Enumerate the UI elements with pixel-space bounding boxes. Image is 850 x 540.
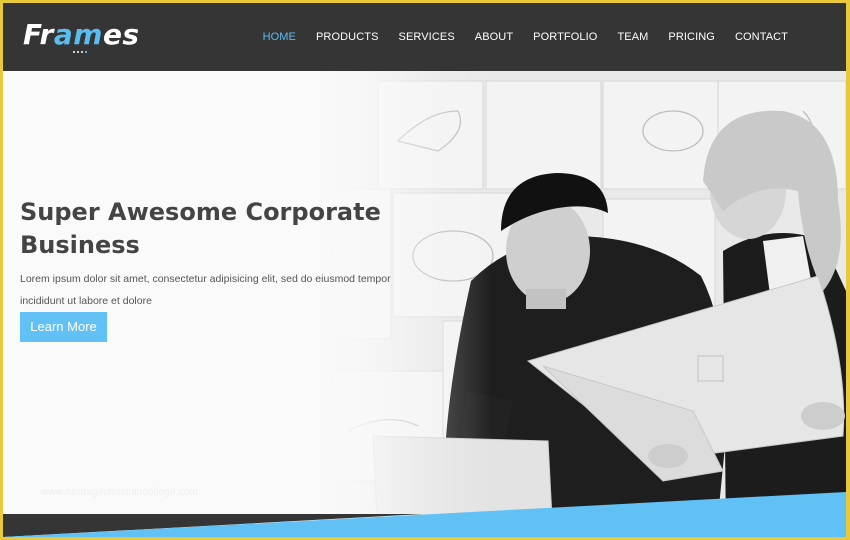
nav-portfolio[interactable]: PORTFOLIO	[523, 29, 607, 45]
site-header: Frames HOME PRODUCTS SERVICES ABOUT PORT…	[3, 3, 846, 71]
nav-pricing[interactable]: PRICING	[658, 29, 725, 45]
nav-products[interactable]: PRODUCTS	[306, 29, 389, 45]
learn-more-button[interactable]: Learn More	[20, 312, 107, 342]
nav-contact[interactable]: CONTACT	[725, 29, 798, 45]
nav-about[interactable]: ABOUT	[465, 29, 523, 45]
logo[interactable]: Frames	[23, 17, 140, 53]
logo-text-accent: am	[53, 18, 103, 51]
logo-text-end: es	[102, 18, 140, 51]
nav-services[interactable]: SERVICES	[389, 29, 465, 45]
watermark-text: www.heritagechristiancollege.com	[41, 487, 199, 498]
logo-text-start: Fr	[23, 18, 54, 51]
logo-dots-icon	[73, 51, 87, 53]
page-frame: Frames HOME PRODUCTS SERVICES ABOUT PORT…	[3, 3, 846, 537]
hero-section: Super Awesome Corporate Business Lorem i…	[3, 71, 846, 537]
hero-title: Super Awesome Corporate Business	[20, 198, 381, 259]
hero-description: Lorem ipsum dolor sit amet, consectetur …	[20, 273, 391, 307]
nav-home[interactable]: HOME	[253, 29, 306, 45]
main-nav: HOME PRODUCTS SERVICES ABOUT PORTFOLIO T…	[253, 29, 798, 45]
nav-team[interactable]: TEAM	[607, 29, 658, 45]
